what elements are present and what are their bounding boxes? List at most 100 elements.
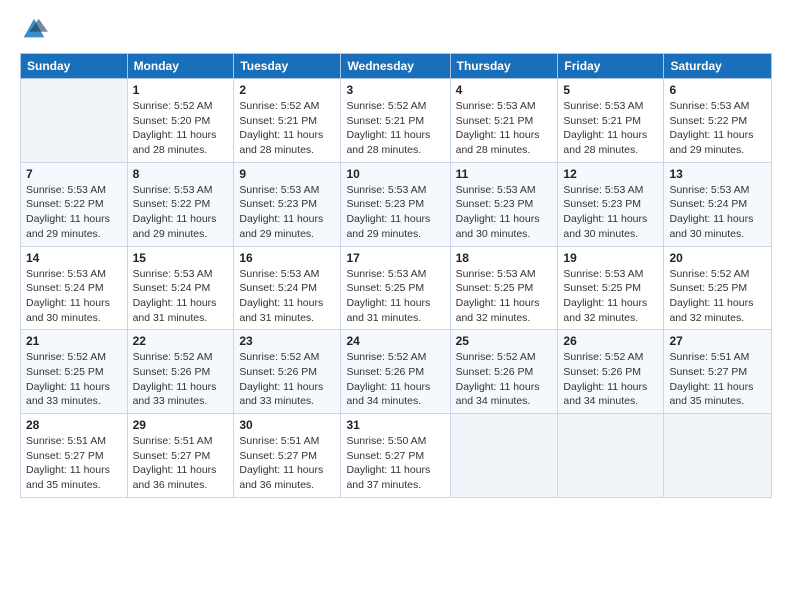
day-number: 4 bbox=[456, 83, 553, 97]
day-number: 28 bbox=[26, 418, 122, 432]
day-number: 23 bbox=[239, 334, 335, 348]
calendar-body: 1Sunrise: 5:52 AM Sunset: 5:20 PM Daylig… bbox=[21, 79, 772, 498]
day-info: Sunrise: 5:53 AM Sunset: 5:23 PM Dayligh… bbox=[456, 183, 553, 242]
logo bbox=[20, 15, 52, 43]
calendar-cell: 22Sunrise: 5:52 AM Sunset: 5:26 PM Dayli… bbox=[127, 330, 234, 414]
calendar-cell: 29 Sunrise: 5:51 AM Sunset: 5:27 PM Dayli… bbox=[127, 414, 234, 498]
weekday-header: Tuesday bbox=[234, 54, 341, 79]
calendar-cell: 31 Sunrise: 5:50 AM Sunset: 5:27 PM Dayli… bbox=[341, 414, 450, 498]
calendar: SundayMondayTuesdayWednesdayThursdayFrid… bbox=[20, 53, 772, 498]
page-container: SundayMondayTuesdayWednesdayThursdayFrid… bbox=[0, 0, 792, 612]
calendar-cell: 17Sunrise: 5:53 AM Sunset: 5:25 PM Dayli… bbox=[341, 246, 450, 330]
day-info: Sunrise: 5:53 AM Sunset: 5:25 PM Dayligh… bbox=[456, 267, 553, 326]
calendar-week-row: 14 Sunrise: 5:53 AM Sunset: 5:24 PM Dayli… bbox=[21, 246, 772, 330]
weekday-header: Sunday bbox=[21, 54, 128, 79]
day-info: Sunrise: 5:53 AM Sunset: 5:23 PM Dayligh… bbox=[239, 183, 335, 242]
calendar-cell: 24 Sunrise: 5:52 AM Sunset: 5:26 PM Dayli… bbox=[341, 330, 450, 414]
day-info: Sunrise: 5:53 AM Sunset: 5:22 PM Dayligh… bbox=[133, 183, 229, 242]
calendar-cell: 4 Sunrise: 5:53 AM Sunset: 5:21 PM Daylig… bbox=[450, 79, 558, 163]
weekday-row: SundayMondayTuesdayWednesdayThursdayFrid… bbox=[21, 54, 772, 79]
day-number: 30 bbox=[239, 418, 335, 432]
day-info: Sunrise: 5:51 AM Sunset: 5:27 PM Dayligh… bbox=[239, 434, 335, 493]
calendar-cell bbox=[558, 414, 664, 498]
day-info: Sunrise: 5:53 AM Sunset: 5:21 PM Dayligh… bbox=[563, 99, 658, 158]
day-number: 18 bbox=[456, 251, 553, 265]
day-number: 14 bbox=[26, 251, 122, 265]
calendar-cell: 16Sunrise: 5:53 AM Sunset: 5:24 PM Dayli… bbox=[234, 246, 341, 330]
day-number: 10 bbox=[346, 167, 444, 181]
day-number: 24 bbox=[346, 334, 444, 348]
day-number: 5 bbox=[563, 83, 658, 97]
day-number: 27 bbox=[669, 334, 766, 348]
calendar-cell: 2Sunrise: 5:52 AM Sunset: 5:21 PM Daylig… bbox=[234, 79, 341, 163]
calendar-week-row: 1Sunrise: 5:52 AM Sunset: 5:20 PM Daylig… bbox=[21, 79, 772, 163]
calendar-cell: 3Sunrise: 5:52 AM Sunset: 5:21 PM Daylig… bbox=[341, 79, 450, 163]
day-number: 20 bbox=[669, 251, 766, 265]
weekday-header: Friday bbox=[558, 54, 664, 79]
calendar-cell: 25 Sunrise: 5:52 AM Sunset: 5:26 PM Dayli… bbox=[450, 330, 558, 414]
day-number: 19 bbox=[563, 251, 658, 265]
day-info: Sunrise: 5:52 AM Sunset: 5:26 PM Dayligh… bbox=[563, 350, 658, 409]
calendar-cell: 20 Sunrise: 5:52 AM Sunset: 5:25 PM Dayli… bbox=[664, 246, 772, 330]
day-number: 17 bbox=[346, 251, 444, 265]
calendar-cell: 7Sunrise: 5:53 AM Sunset: 5:22 PM Daylig… bbox=[21, 162, 128, 246]
day-number: 13 bbox=[669, 167, 766, 181]
day-info: Sunrise: 5:52 AM Sunset: 5:26 PM Dayligh… bbox=[239, 350, 335, 409]
day-info: Sunrise: 5:52 AM Sunset: 5:26 PM Dayligh… bbox=[133, 350, 229, 409]
calendar-cell: 5 Sunrise: 5:53 AM Sunset: 5:21 PM Daylig… bbox=[558, 79, 664, 163]
day-info: Sunrise: 5:52 AM Sunset: 5:26 PM Dayligh… bbox=[456, 350, 553, 409]
calendar-cell: 27Sunrise: 5:51 AM Sunset: 5:27 PM Dayli… bbox=[664, 330, 772, 414]
day-number: 31 bbox=[346, 418, 444, 432]
calendar-cell: 14 Sunrise: 5:53 AM Sunset: 5:24 PM Dayli… bbox=[21, 246, 128, 330]
calendar-week-row: 7Sunrise: 5:53 AM Sunset: 5:22 PM Daylig… bbox=[21, 162, 772, 246]
day-info: Sunrise: 5:51 AM Sunset: 5:27 PM Dayligh… bbox=[26, 434, 122, 493]
header bbox=[20, 15, 772, 43]
day-number: 25 bbox=[456, 334, 553, 348]
day-info: Sunrise: 5:53 AM Sunset: 5:21 PM Dayligh… bbox=[456, 99, 553, 158]
day-info: Sunrise: 5:53 AM Sunset: 5:24 PM Dayligh… bbox=[133, 267, 229, 326]
calendar-cell: 12 Sunrise: 5:53 AM Sunset: 5:23 PM Dayli… bbox=[558, 162, 664, 246]
calendar-cell: 26 Sunrise: 5:52 AM Sunset: 5:26 PM Dayli… bbox=[558, 330, 664, 414]
day-info: Sunrise: 5:52 AM Sunset: 5:25 PM Dayligh… bbox=[669, 267, 766, 326]
calendar-cell: 15 Sunrise: 5:53 AM Sunset: 5:24 PM Dayli… bbox=[127, 246, 234, 330]
calendar-cell bbox=[664, 414, 772, 498]
calendar-cell: 6 Sunrise: 5:53 AM Sunset: 5:22 PM Daylig… bbox=[664, 79, 772, 163]
day-number: 9 bbox=[239, 167, 335, 181]
day-info: Sunrise: 5:52 AM Sunset: 5:26 PM Dayligh… bbox=[346, 350, 444, 409]
calendar-cell bbox=[450, 414, 558, 498]
calendar-cell: 21Sunrise: 5:52 AM Sunset: 5:25 PM Dayli… bbox=[21, 330, 128, 414]
day-number: 15 bbox=[133, 251, 229, 265]
weekday-header: Saturday bbox=[664, 54, 772, 79]
day-number: 6 bbox=[669, 83, 766, 97]
day-info: Sunrise: 5:53 AM Sunset: 5:24 PM Dayligh… bbox=[26, 267, 122, 326]
day-info: Sunrise: 5:53 AM Sunset: 5:24 PM Dayligh… bbox=[669, 183, 766, 242]
calendar-cell: 23 Sunrise: 5:52 AM Sunset: 5:26 PM Dayli… bbox=[234, 330, 341, 414]
weekday-header: Monday bbox=[127, 54, 234, 79]
day-info: Sunrise: 5:50 AM Sunset: 5:27 PM Dayligh… bbox=[346, 434, 444, 493]
day-info: Sunrise: 5:53 AM Sunset: 5:25 PM Dayligh… bbox=[563, 267, 658, 326]
calendar-cell: 18 Sunrise: 5:53 AM Sunset: 5:25 PM Dayli… bbox=[450, 246, 558, 330]
calendar-week-row: 28 Sunrise: 5:51 AM Sunset: 5:27 PM Dayli… bbox=[21, 414, 772, 498]
logo-icon bbox=[20, 15, 48, 43]
calendar-cell: 1Sunrise: 5:52 AM Sunset: 5:20 PM Daylig… bbox=[127, 79, 234, 163]
calendar-cell: 10Sunrise: 5:53 AM Sunset: 5:23 PM Dayli… bbox=[341, 162, 450, 246]
calendar-cell: 8 Sunrise: 5:53 AM Sunset: 5:22 PM Daylig… bbox=[127, 162, 234, 246]
day-info: Sunrise: 5:53 AM Sunset: 5:23 PM Dayligh… bbox=[563, 183, 658, 242]
day-info: Sunrise: 5:53 AM Sunset: 5:22 PM Dayligh… bbox=[26, 183, 122, 242]
day-number: 26 bbox=[563, 334, 658, 348]
day-info: Sunrise: 5:52 AM Sunset: 5:20 PM Dayligh… bbox=[133, 99, 229, 158]
day-info: Sunrise: 5:52 AM Sunset: 5:21 PM Dayligh… bbox=[239, 99, 335, 158]
calendar-cell bbox=[21, 79, 128, 163]
calendar-cell: 28 Sunrise: 5:51 AM Sunset: 5:27 PM Dayli… bbox=[21, 414, 128, 498]
calendar-cell: 11Sunrise: 5:53 AM Sunset: 5:23 PM Dayli… bbox=[450, 162, 558, 246]
calendar-cell: 19 Sunrise: 5:53 AM Sunset: 5:25 PM Dayli… bbox=[558, 246, 664, 330]
day-info: Sunrise: 5:52 AM Sunset: 5:21 PM Dayligh… bbox=[346, 99, 444, 158]
day-number: 12 bbox=[563, 167, 658, 181]
day-info: Sunrise: 5:52 AM Sunset: 5:25 PM Dayligh… bbox=[26, 350, 122, 409]
calendar-week-row: 21Sunrise: 5:52 AM Sunset: 5:25 PM Dayli… bbox=[21, 330, 772, 414]
day-number: 8 bbox=[133, 167, 229, 181]
day-number: 29 bbox=[133, 418, 229, 432]
day-info: Sunrise: 5:53 AM Sunset: 5:22 PM Dayligh… bbox=[669, 99, 766, 158]
calendar-cell: 30 Sunrise: 5:51 AM Sunset: 5:27 PM Dayli… bbox=[234, 414, 341, 498]
day-info: Sunrise: 5:51 AM Sunset: 5:27 PM Dayligh… bbox=[133, 434, 229, 493]
